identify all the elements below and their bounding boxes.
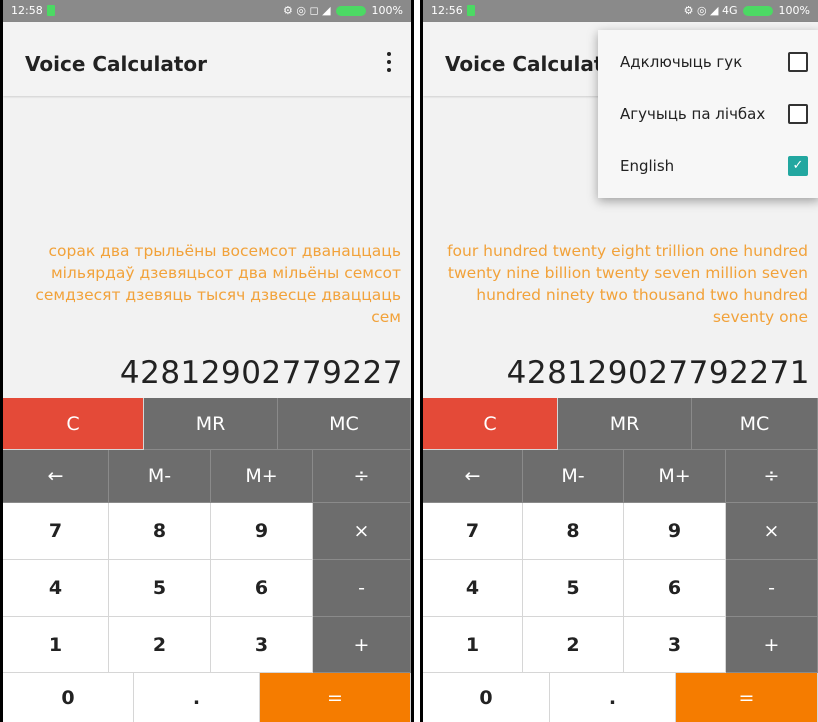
digit-0-button[interactable]: 0 xyxy=(3,673,134,722)
digit-6-button[interactable]: 6 xyxy=(624,560,726,617)
digit-8-button[interactable]: 8 xyxy=(109,503,211,560)
equals-button[interactable]: = xyxy=(676,673,818,722)
options-menu: Адключыць гук Агучыць па лічбах English … xyxy=(598,30,818,198)
menu-item-label: Адключыць гук xyxy=(620,53,743,71)
battery-percent: 100% xyxy=(371,4,403,17)
decimal-button[interactable]: . xyxy=(550,673,676,722)
divider-line-left xyxy=(411,0,414,722)
digit-3-button[interactable]: 3 xyxy=(211,617,313,673)
clear-button[interactable]: C xyxy=(423,398,558,450)
result-number: 42812902779227 xyxy=(119,355,403,391)
memory-plus-button[interactable]: M+ xyxy=(211,450,313,503)
result-words: four hundred twenty eight trillion one h… xyxy=(447,242,808,326)
multiply-button[interactable]: × xyxy=(313,503,411,560)
divide-button[interactable]: ÷ xyxy=(726,450,818,503)
backspace-button[interactable]: ← xyxy=(3,450,109,503)
status-icons-text: ⚙ ◎ ◢ 4G xyxy=(683,4,738,17)
digit-3-button[interactable]: 3 xyxy=(624,617,726,673)
digit-6-button[interactable]: 6 xyxy=(211,560,313,617)
digit-8-button[interactable]: 8 xyxy=(523,503,624,560)
memory-recall-button[interactable]: MR xyxy=(558,398,692,450)
digit-4-button[interactable]: 4 xyxy=(3,560,109,617)
overflow-menu-icon[interactable] xyxy=(379,48,399,76)
status-icons: ⚙ ◎ ◻ ◢ 100% xyxy=(283,4,403,17)
add-button[interactable]: + xyxy=(313,617,411,673)
left-screen: 12:58 ⚙ ◎ ◻ ◢ 100% Voice Calculator сора… xyxy=(3,0,411,722)
status-icons-text: ⚙ ◎ ◻ ◢ xyxy=(283,4,331,17)
digit-5-button[interactable]: 5 xyxy=(523,560,624,617)
backspace-button[interactable]: ← xyxy=(423,450,523,503)
multiply-button[interactable]: × xyxy=(726,503,818,560)
app-title: Voice Calculato xyxy=(445,52,618,76)
subtract-button[interactable]: - xyxy=(726,560,818,617)
result-words: сорак два трыльёны восемсот дванаццаць м… xyxy=(35,242,401,326)
digit-9-button[interactable]: 9 xyxy=(624,503,726,560)
digit-5-button[interactable]: 5 xyxy=(109,560,211,617)
digit-0-button[interactable]: 0 xyxy=(423,673,550,722)
subtract-button[interactable]: - xyxy=(313,560,411,617)
digit-1-button[interactable]: 1 xyxy=(423,617,523,673)
right-screen: 12:56 ⚙ ◎ ◢ 4G 100% Voice Calculato four… xyxy=(423,0,818,722)
english-checkbox[interactable]: ✓ xyxy=(788,156,808,176)
mute-checkbox[interactable] xyxy=(788,52,808,72)
digit-7-button[interactable]: 7 xyxy=(423,503,523,560)
app-title: Voice Calculator xyxy=(25,52,208,76)
memory-clear-button[interactable]: MC xyxy=(692,398,818,450)
menu-item-label: Агучыць па лічбах xyxy=(620,105,766,123)
notification-icon xyxy=(467,5,475,16)
memory-recall-button[interactable]: MR xyxy=(144,398,278,450)
memory-plus-button[interactable]: M+ xyxy=(624,450,726,503)
battery-icon xyxy=(743,6,774,16)
digit-9-button[interactable]: 9 xyxy=(211,503,313,560)
status-bar: 12:58 ⚙ ◎ ◻ ◢ 100% xyxy=(3,0,411,22)
memory-minus-button[interactable]: M- xyxy=(523,450,624,503)
digit-7-button[interactable]: 7 xyxy=(3,503,109,560)
battery-icon xyxy=(336,6,367,16)
menu-item-mute[interactable]: Адключыць гук xyxy=(598,38,818,86)
speak-digits-checkbox[interactable] xyxy=(788,104,808,124)
digit-4-button[interactable]: 4 xyxy=(423,560,523,617)
memory-minus-button[interactable]: M- xyxy=(109,450,211,503)
digit-2-button[interactable]: 2 xyxy=(523,617,624,673)
decimal-button[interactable]: . xyxy=(134,673,260,722)
status-time: 12:58 xyxy=(11,4,43,17)
status-bar: 12:56 ⚙ ◎ ◢ 4G 100% xyxy=(423,0,818,22)
digit-2-button[interactable]: 2 xyxy=(109,617,211,673)
equals-button[interactable]: = xyxy=(260,673,411,722)
menu-item-english[interactable]: English ✓ xyxy=(598,142,818,190)
status-icons: ⚙ ◎ ◢ 4G 100% xyxy=(684,4,810,17)
battery-percent: 100% xyxy=(778,4,810,17)
add-button[interactable]: + xyxy=(726,617,818,673)
app-bar: Voice Calculator xyxy=(3,22,411,96)
clear-button[interactable]: C xyxy=(3,398,144,450)
menu-item-label: English xyxy=(620,157,675,175)
memory-clear-button[interactable]: MC xyxy=(278,398,411,450)
status-time: 12:56 xyxy=(431,4,463,17)
digit-1-button[interactable]: 1 xyxy=(3,617,109,673)
notification-icon xyxy=(47,5,55,16)
divide-button[interactable]: ÷ xyxy=(313,450,411,503)
result-number: 428129027792271 xyxy=(506,355,810,391)
menu-item-speak-digits[interactable]: Агучыць па лічбах xyxy=(598,90,818,138)
